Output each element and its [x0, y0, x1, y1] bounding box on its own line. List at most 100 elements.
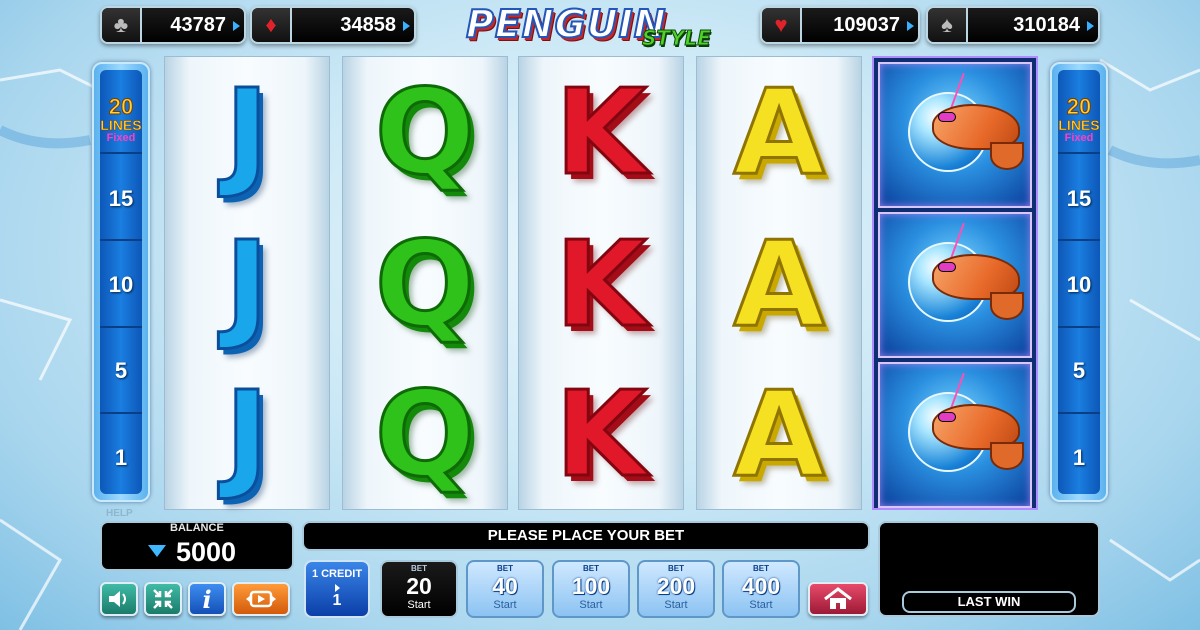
shrimp-in-bubble-icon: [878, 362, 1032, 508]
line-marker-10[interactable]: 10: [1052, 272, 1106, 298]
line-divider: [100, 326, 142, 328]
hearts-icon: ♥: [762, 8, 802, 42]
line-marker-1[interactable]: 1: [1052, 445, 1106, 471]
info-button[interactable]: i: [188, 582, 226, 616]
clubs-icon: ♣: [102, 8, 142, 42]
bet-label: BET: [583, 564, 599, 573]
balance-label: BALANCE: [170, 522, 224, 534]
line-marker-15[interactable]: 15: [94, 186, 148, 212]
line-marker-5[interactable]: 5: [94, 358, 148, 384]
home-button[interactable]: [808, 582, 868, 616]
logo-sub: STYLE: [642, 26, 712, 51]
bet-start-label: Start: [579, 599, 603, 611]
symbol-q: Q: [373, 62, 476, 203]
bet-value: 400: [741, 573, 781, 599]
line-divider: [1058, 412, 1100, 414]
line-divider: [1058, 239, 1100, 241]
symbol-j: J: [224, 214, 271, 355]
bet-value: 100: [571, 573, 611, 599]
symbol-j: J: [224, 364, 271, 505]
lines-badge: 20 LINES Fixed: [1052, 94, 1106, 144]
shrimp-tail: [990, 292, 1024, 320]
glasses: [938, 112, 956, 122]
line-divider: [100, 412, 142, 414]
jackpot-spades: ♠ 310184: [926, 6, 1100, 44]
bet-button-40[interactable]: BET 40 Start: [466, 560, 544, 618]
symbol-k: K: [554, 62, 648, 203]
credit-label: 1 CREDIT: [311, 568, 363, 580]
diamond-icon: [148, 545, 166, 557]
lines-count: 20: [108, 94, 134, 119]
bet-button-200[interactable]: BET 200 Start: [637, 560, 715, 618]
reel-2: Q Q Q: [342, 56, 508, 510]
status-message: PLEASE PLACE YOUR BET: [302, 521, 870, 551]
credit-selector[interactable]: 1 CREDIT 1: [304, 560, 370, 618]
line-marker-10[interactable]: 10: [94, 272, 148, 298]
arrow-icon: [1087, 21, 1094, 31]
reel-3: K K K: [518, 56, 684, 510]
bet-start-label: Start: [493, 599, 517, 611]
line-marker-5[interactable]: 5: [1052, 358, 1106, 384]
last-win-display: LAST WIN: [878, 521, 1100, 617]
sound-button[interactable]: [100, 582, 138, 616]
fixed-label: Fixed: [106, 132, 136, 144]
fixed-label: Fixed: [1064, 132, 1094, 144]
collapse-arrows-icon: [153, 589, 173, 609]
lines-count: 20: [1066, 94, 1092, 119]
symbol-a: A: [732, 214, 826, 355]
bet-value: 40: [492, 573, 518, 599]
jackpot-clubs: ♣ 43787: [100, 6, 246, 44]
symbol-q: Q: [373, 214, 476, 355]
lines-panel-left: 20 LINES Fixed 15 10 5 1: [92, 62, 150, 502]
bet-value: 200: [656, 573, 696, 599]
jackpot-hearts: ♥ 109037: [760, 6, 920, 44]
line-marker-15[interactable]: 15: [1052, 186, 1106, 212]
bet-button-400[interactable]: BET 400 Start: [722, 560, 800, 618]
bet-label: BET: [753, 564, 769, 573]
shrimp-tail: [990, 442, 1024, 470]
diamonds-icon: ♦: [252, 8, 292, 42]
bet-label: BET: [668, 564, 684, 573]
arrow-icon: [233, 21, 240, 31]
arrow-icon: [403, 21, 410, 31]
reel-4: A A A: [696, 56, 862, 510]
lines-label: LINES: [100, 117, 142, 133]
shrimp-in-bubble-icon: [878, 212, 1032, 358]
bet-button-20[interactable]: BET 20 Start: [380, 560, 458, 618]
symbol-k: K: [554, 214, 648, 355]
lines-panel-right: 20 LINES Fixed 15 10 5 1: [1050, 62, 1108, 502]
jackpot-spades-value: 310184: [1013, 13, 1080, 36]
home-icon: [824, 587, 852, 609]
symbol-a: A: [732, 364, 826, 505]
bet-label: BET: [411, 564, 427, 573]
fullscreen-button[interactable]: [144, 582, 182, 616]
shrimp-tail: [990, 142, 1024, 170]
bet-value: 20: [406, 573, 432, 599]
credit-value: 1: [332, 592, 342, 609]
symbol-q: Q: [373, 364, 476, 505]
logo-main: PENGUIN: [465, 1, 667, 47]
autoplay-icon: [246, 590, 276, 608]
jackpot-hearts-value: 109037: [833, 13, 900, 36]
jackpot-clubs-value: 43787: [170, 13, 226, 36]
autoplay-button[interactable]: [232, 582, 290, 616]
symbol-j: J: [224, 62, 271, 203]
line-marker-1[interactable]: 1: [94, 445, 148, 471]
jackpot-diamonds: ♦ 34858: [250, 6, 416, 44]
line-divider: [1058, 326, 1100, 328]
glasses: [938, 412, 956, 422]
spades-icon: ♠: [928, 8, 968, 42]
help-link[interactable]: HELP: [106, 508, 133, 519]
arrow-icon: [907, 21, 914, 31]
lines-badge: 20 LINES Fixed: [94, 94, 148, 144]
balance-amount: 5000: [176, 537, 237, 567]
speaker-icon: [109, 591, 126, 607]
symbol-a: A: [732, 62, 826, 203]
shrimp-in-bubble-icon: [878, 62, 1032, 208]
bet-start-label: Start: [749, 599, 773, 611]
line-divider: [100, 152, 142, 154]
bet-button-100[interactable]: BET 100 Start: [552, 560, 630, 618]
caret-icon: [335, 584, 340, 592]
lines-label: LINES: [1058, 117, 1100, 133]
glasses: [938, 262, 956, 272]
